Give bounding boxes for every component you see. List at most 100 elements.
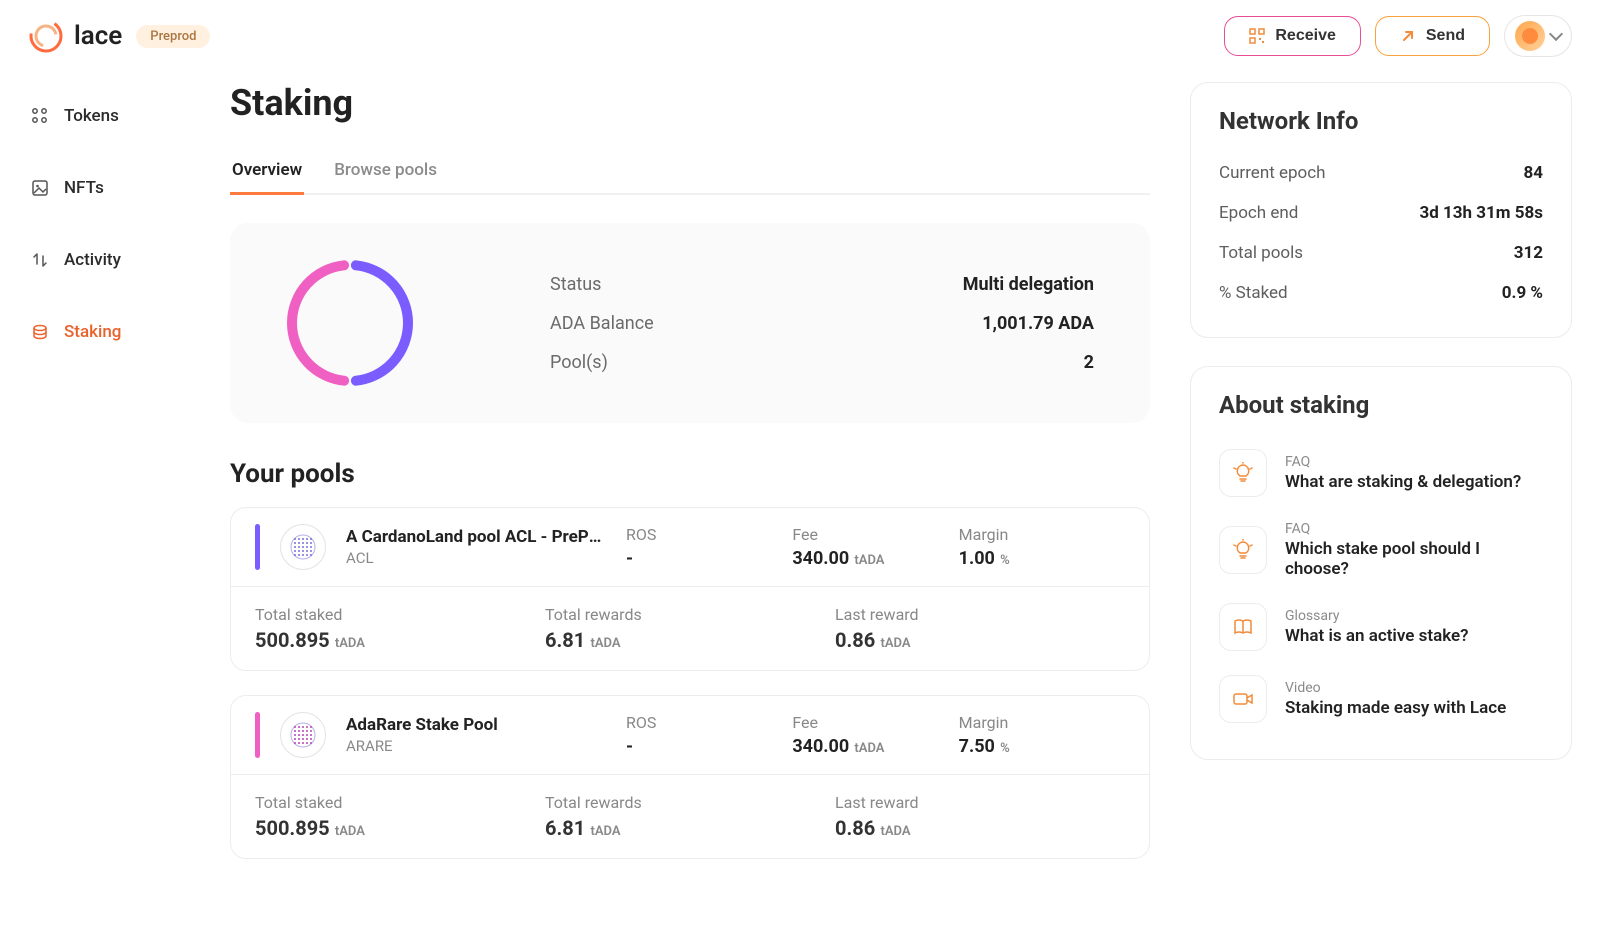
pool-body-value: 6.81 tADA <box>545 816 835 840</box>
pool-stat-label: Margin <box>959 525 1125 544</box>
about-staking-title: About staking <box>1219 391 1543 419</box>
pool-icon <box>280 712 326 758</box>
pool-body-unit: tADA <box>332 824 365 839</box>
receive-label: Receive <box>1275 27 1336 45</box>
about-text: FAQ What are staking & delegation? <box>1285 454 1521 492</box>
pool-body-label: Last reward <box>835 605 1125 624</box>
info-label: Epoch end <box>1219 203 1298 223</box>
pool-body-value: 0.86 tADA <box>835 816 1125 840</box>
video-icon <box>1219 675 1267 723</box>
info-row-epoch: Current epoch 84 <box>1219 153 1543 193</box>
pool-stat-label: Fee <box>792 713 958 732</box>
pool-body-unit: tADA <box>332 636 365 651</box>
receive-button[interactable]: Receive <box>1224 16 1361 56</box>
pool-body-value: 6.81 tADA <box>545 628 835 652</box>
info-value: 0.9 % <box>1502 283 1543 303</box>
pool-stat-ros: ROS - <box>626 525 792 569</box>
tab-browse-pools[interactable]: Browse pools <box>332 152 439 195</box>
pool-body-label: Total staked <box>255 605 545 624</box>
sidebar-item-staking[interactable]: Staking <box>20 308 190 356</box>
pool-body-staked: Total staked 500.895 tADA <box>255 605 545 652</box>
pool-head: A CardanoLand pool ACL - PrePr... ACL RO… <box>231 508 1149 586</box>
send-button[interactable]: Send <box>1375 16 1490 56</box>
pool-body-last: Last reward 0.86 tADA <box>835 605 1125 652</box>
pool-body-staked: Total staked 500.895 tADA <box>255 793 545 840</box>
summary-balance-value: 1,001.79 ADA <box>982 313 1094 334</box>
pool-body-label: Total rewards <box>545 793 835 812</box>
sidebar-item-nfts[interactable]: NFTs <box>20 164 190 212</box>
stack-icon <box>30 322 50 342</box>
summary-balance-row: ADA Balance 1,001.79 ADA <box>550 313 1094 334</box>
pool-card[interactable]: A CardanoLand pool ACL - PrePr... ACL RO… <box>230 507 1150 671</box>
tokens-icon <box>30 106 50 126</box>
send-label: Send <box>1426 27 1465 45</box>
pool-body-label: Total rewards <box>545 605 835 624</box>
pool-body-last: Last reward 0.86 tADA <box>835 793 1125 840</box>
right-column: Network Info Current epoch 84 Epoch end … <box>1180 72 1600 938</box>
pool-stat-label: ROS <box>626 525 792 544</box>
pool-stat-margin: Margin 1.00 % <box>959 525 1125 569</box>
bulb-icon <box>1219 449 1267 497</box>
delegation-summary-card: Status Multi delegation ADA Balance 1,00… <box>230 223 1150 423</box>
about-item[interactable]: Video Staking made easy with Lace <box>1219 663 1543 735</box>
about-text: FAQ Which stake pool should I choose? <box>1285 521 1543 579</box>
pool-icon <box>280 524 326 570</box>
account-menu[interactable] <box>1504 15 1572 57</box>
about-type: FAQ <box>1285 454 1521 470</box>
sidebar-item-activity[interactable]: Activity <box>20 236 190 284</box>
arrow-up-right-icon <box>1400 28 1416 44</box>
summary-rows: Status Multi delegation ADA Balance 1,00… <box>550 274 1094 373</box>
info-row-total-pools: Total pools 312 <box>1219 233 1543 273</box>
summary-pools-value: 2 <box>1084 352 1094 373</box>
your-pools-heading: Your pools <box>230 459 1150 489</box>
about-item[interactable]: Glossary What is an active stake? <box>1219 591 1543 663</box>
pool-stat-fee: Fee 340.00 tADA <box>792 713 958 757</box>
pool-stat-unit: tADA <box>851 741 884 756</box>
pool-stat-value: 1.00 % <box>959 548 1125 569</box>
network-info-title: Network Info <box>1219 107 1543 135</box>
pool-body-unit: tADA <box>587 636 620 651</box>
pool-body-rewards: Total rewards 6.81 tADA <box>545 605 835 652</box>
tab-overview[interactable]: Overview <box>230 152 304 195</box>
summary-status-label: Status <box>550 274 601 295</box>
pool-body-value: 500.895 tADA <box>255 628 545 652</box>
about-title: Staking made easy with Lace <box>1285 698 1506 718</box>
about-title: What are staking & delegation? <box>1285 472 1521 492</box>
pool-stat-unit: % <box>997 553 1010 568</box>
pool-ticker: ACL <box>346 549 606 567</box>
pool-stat-label: Fee <box>792 525 958 544</box>
pool-body-unit: tADA <box>587 824 620 839</box>
sidebar-item-label: Activity <box>64 250 121 270</box>
header-left: lace Preprod <box>28 18 210 54</box>
about-item[interactable]: FAQ What are staking & delegation? <box>1219 437 1543 509</box>
header-right: Receive Send <box>1224 15 1572 57</box>
sidebar-item-label: Tokens <box>64 106 119 126</box>
info-value: 3d 13h 31m 58s <box>1420 203 1544 223</box>
about-text: Glossary What is an active stake? <box>1285 608 1469 646</box>
brand-logo[interactable]: lace <box>28 18 122 54</box>
pool-stat-margin: Margin 7.50 % <box>959 713 1125 757</box>
pool-stat-unit: % <box>997 741 1010 756</box>
pool-name: A CardanoLand pool ACL - PrePr... <box>346 527 606 547</box>
info-label: % Staked <box>1219 283 1288 303</box>
pool-head: AdaRare Stake Pool ARARE ROS - Fee 340.0… <box>231 696 1149 774</box>
pool-name-block: A CardanoLand pool ACL - PrePr... ACL <box>346 527 606 567</box>
pool-card[interactable]: AdaRare Stake Pool ARARE ROS - Fee 340.0… <box>230 695 1150 859</box>
pool-name: AdaRare Stake Pool <box>346 715 606 735</box>
pool-stat-value: 340.00 tADA <box>792 548 958 569</box>
about-item[interactable]: FAQ Which stake pool should I choose? <box>1219 509 1543 591</box>
pool-stat-value: 7.50 % <box>959 736 1125 757</box>
pool-body: Total staked 500.895 tADA Total rewards … <box>231 774 1149 858</box>
pool-stat-value: 340.00 tADA <box>792 736 958 757</box>
lace-logo-icon <box>28 18 64 54</box>
env-badge: Preprod <box>136 25 210 48</box>
pool-stat-label: ROS <box>626 713 792 732</box>
pool-stat-value: - <box>626 548 792 569</box>
pool-body-value: 0.86 tADA <box>835 628 1125 652</box>
about-title: Which stake pool should I choose? <box>1285 539 1543 579</box>
chevron-down-icon <box>1549 27 1563 41</box>
summary-balance-label: ADA Balance <box>550 313 654 334</box>
info-row-epoch-end: Epoch end 3d 13h 31m 58s <box>1219 193 1543 233</box>
sidebar-item-tokens[interactable]: Tokens <box>20 92 190 140</box>
info-value: 312 <box>1514 243 1543 263</box>
